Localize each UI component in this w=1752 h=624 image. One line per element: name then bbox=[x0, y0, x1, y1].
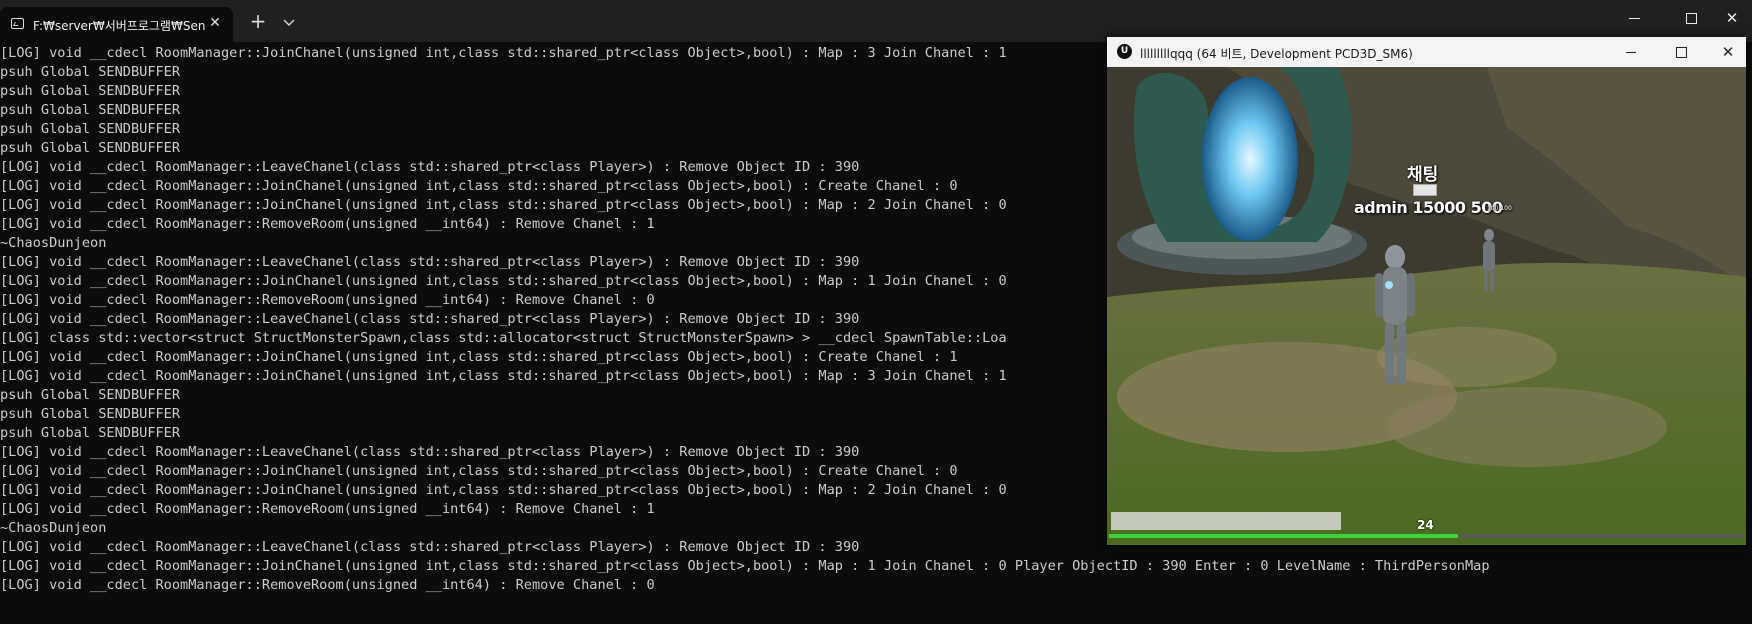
console-line: psuh Global SENDBUFFER bbox=[0, 64, 181, 80]
console-line: [LOG] void __cdecl RoomManager::LeaveCha… bbox=[0, 311, 860, 327]
console-line: [LOG] void __cdecl RoomManager::LeaveCha… bbox=[0, 159, 860, 175]
player-name-stats: admin 15000 500 bbox=[1354, 198, 1503, 217]
chat-input-field[interactable] bbox=[1111, 512, 1341, 530]
game-maximize-button[interactable] bbox=[1670, 43, 1692, 61]
console-line: [LOG] void __cdecl RoomManager::RemoveRo… bbox=[0, 292, 655, 308]
game-scene bbox=[1107, 67, 1746, 545]
console-line: psuh Global SENDBUFFER bbox=[0, 425, 181, 441]
console-line: psuh Global SENDBUFFER bbox=[0, 102, 181, 118]
hp-bar-fill bbox=[1109, 534, 1459, 538]
close-button[interactable]: ✕ bbox=[1717, 6, 1747, 30]
minimize-button[interactable] bbox=[1617, 8, 1653, 28]
console-line: [LOG] void __cdecl RoomManager::LeaveCha… bbox=[0, 254, 860, 270]
other-player-stats: 100 100 bbox=[1487, 205, 1512, 212]
game-window[interactable]: U lllllllllqqq (64 비트, Development PCD3D… bbox=[1107, 37, 1746, 545]
console-line: ~ChaosDunjeon bbox=[0, 235, 107, 251]
new-tab-button[interactable]: + bbox=[248, 11, 268, 31]
game-viewport[interactable]: 채팅 admin 15000 500 100 100 24 bbox=[1107, 67, 1746, 545]
chevron-down-icon[interactable] bbox=[279, 12, 299, 32]
hp-bar bbox=[1109, 534, 1744, 538]
terminal-titlebar: F:₩server₩서버프로그램₩Sen ✕ + ✕ bbox=[0, 0, 1752, 42]
maximize-button[interactable] bbox=[1673, 8, 1709, 28]
console-line: [LOG] void __cdecl RoomManager::JoinChan… bbox=[0, 482, 1007, 498]
tab-title: F:₩server₩서버프로그램₩Sen bbox=[33, 19, 206, 33]
terminal-tab[interactable]: F:₩server₩서버프로그램₩Sen ✕ bbox=[0, 7, 233, 42]
console-line: psuh Global SENDBUFFER bbox=[0, 140, 181, 156]
console-line: psuh Global SENDBUFFER bbox=[0, 121, 181, 137]
console-line: [LOG] void __cdecl RoomManager::LeaveCha… bbox=[0, 539, 860, 555]
console-line: [LOG] class std::vector<struct StructMon… bbox=[0, 330, 1007, 346]
console-line: [LOG] void __cdecl RoomManager::JoinChan… bbox=[0, 178, 958, 194]
console-line: [LOG] void __cdecl RoomManager::JoinChan… bbox=[0, 197, 1007, 213]
game-close-button[interactable]: ✕ bbox=[1717, 42, 1739, 62]
player-level: 24 bbox=[1417, 518, 1434, 532]
console-line: [LOG] void __cdecl RoomManager::JoinChan… bbox=[0, 273, 1007, 289]
console-line: [LOG] void __cdecl RoomManager::JoinChan… bbox=[0, 349, 958, 365]
console-line: [LOG] void __cdecl RoomManager::LeaveCha… bbox=[0, 444, 860, 460]
unreal-engine-icon: U bbox=[1117, 44, 1132, 59]
console-line: [LOG] void __cdecl RoomManager::JoinChan… bbox=[0, 368, 1007, 384]
game-minimize-button[interactable] bbox=[1620, 43, 1642, 61]
console-line: ~ChaosDunjeon bbox=[0, 520, 107, 536]
terminal-icon bbox=[11, 18, 24, 29]
portal-energy bbox=[1202, 77, 1298, 241]
console-line: [LOG] void __cdecl RoomManager::RemoveRo… bbox=[0, 216, 655, 232]
console-line: psuh Global SENDBUFFER bbox=[0, 83, 181, 99]
dirt-patch bbox=[1387, 387, 1667, 467]
game-titlebar: U lllllllllqqq (64 비트, Development PCD3D… bbox=[1107, 37, 1746, 67]
console-line: [LOG] void __cdecl RoomManager::JoinChan… bbox=[0, 463, 958, 479]
console-line: [LOG] void __cdecl RoomManager::JoinChan… bbox=[0, 45, 1007, 61]
chat-label: 채팅 bbox=[1407, 165, 1439, 185]
game-window-title: lllllllllqqq (64 비트, Development PCD3D_S… bbox=[1140, 47, 1413, 61]
tab-close-icon[interactable]: ✕ bbox=[204, 12, 226, 34]
console-line: [LOG] void __cdecl RoomManager::JoinChan… bbox=[0, 558, 1490, 574]
console-line: [LOG] void __cdecl RoomManager::RemoveRo… bbox=[0, 577, 655, 593]
console-line: psuh Global SENDBUFFER bbox=[0, 387, 181, 403]
console-line: [LOG] void __cdecl RoomManager::RemoveRo… bbox=[0, 501, 655, 517]
console-line: psuh Global SENDBUFFER bbox=[0, 406, 181, 422]
chat-bubble-button[interactable] bbox=[1413, 184, 1437, 196]
